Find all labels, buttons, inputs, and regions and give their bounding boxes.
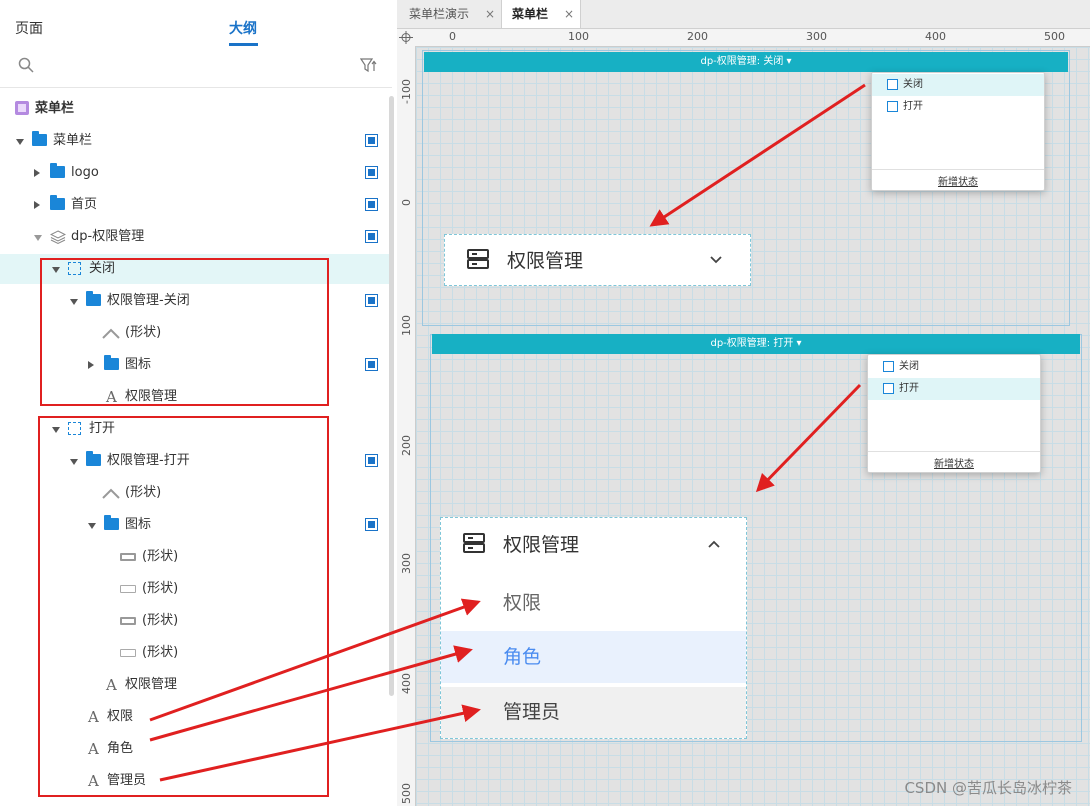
filter-sort-icon[interactable]: [360, 57, 378, 75]
server-icon: [463, 533, 485, 553]
state-icon: [883, 383, 894, 394]
visibility-toggle-icon[interactable]: [365, 358, 378, 371]
visibility-toggle-icon[interactable]: [365, 518, 378, 531]
ruler-tick: 500: [400, 783, 413, 804]
horizontal-ruler: 0 100 200 300 400 500: [415, 29, 1090, 47]
add-state-link[interactable]: 新增状态: [868, 455, 1040, 470]
row-label: logo: [71, 165, 99, 180]
option-label: 打开: [899, 383, 919, 394]
outline-page-title[interactable]: 菜单栏: [0, 94, 392, 124]
state-icon: [887, 79, 898, 90]
row-label: 首页: [71, 197, 98, 212]
collapse-caret-icon[interactable]: [34, 201, 40, 209]
page-title: 菜单栏: [35, 101, 75, 116]
editor-tab-menubar[interactable]: 菜单栏 ×: [501, 0, 581, 28]
state-selector-bar[interactable]: dp-权限管理: 关闭 ▾: [424, 52, 1068, 72]
menu-title: 权限管理: [503, 534, 580, 556]
option-label: 关闭: [903, 79, 923, 90]
collapse-caret-icon[interactable]: [34, 169, 40, 177]
tab-label: 菜单栏演示: [409, 7, 470, 21]
vertical-ruler: -100 0 100 200 300 400 500: [397, 46, 416, 806]
outline-row[interactable]: logo: [0, 158, 392, 188]
menu-closed-widget[interactable]: 权限管理: [444, 234, 751, 286]
ruler-tick: 400: [400, 673, 413, 694]
chevron-up-icon[interactable]: [708, 540, 720, 548]
ruler-tick: 0: [400, 199, 413, 206]
outline-row[interactable]: 菜单栏: [0, 126, 392, 156]
tab-outline[interactable]: 大纲: [229, 18, 257, 38]
outline-scrollbar[interactable]: [389, 96, 394, 696]
visibility-toggle-icon[interactable]: [365, 134, 378, 147]
annotation-box-open: [38, 416, 329, 797]
submenu-item-admin[interactable]: 管理员: [441, 687, 746, 738]
visibility-toggle-icon[interactable]: [365, 230, 378, 243]
search-icon[interactable]: [18, 57, 34, 73]
state-option-closed[interactable]: 关闭: [868, 356, 1040, 378]
tab-pages[interactable]: 页面: [15, 18, 43, 38]
ruler-tick: 500: [1044, 30, 1065, 43]
state-selector-bar[interactable]: dp-权限管理: 打开 ▾: [432, 334, 1080, 354]
row-label: 菜单栏: [53, 133, 93, 148]
close-icon[interactable]: ×: [564, 0, 574, 28]
menu-title: 权限管理: [507, 250, 584, 272]
visibility-toggle-icon[interactable]: [365, 294, 378, 307]
tab-label: 菜单栏: [512, 7, 549, 21]
ruler-tick: -100: [400, 79, 413, 104]
ruler-tick: 0: [449, 30, 456, 43]
submenu-item-permission[interactable]: 权限: [441, 575, 746, 631]
folder-icon: [32, 131, 47, 146]
chevron-down-icon[interactable]: [710, 256, 722, 264]
ruler-corner[interactable]: [397, 29, 416, 47]
outline-panel: 页面 大纲 菜单栏 菜单栏 logo 首页 dp-权限管理 关闭 权限管理-关闭…: [0, 0, 398, 806]
submenu-label: 管理员: [503, 701, 561, 723]
option-label: 打开: [903, 101, 923, 112]
watermark: CSDN @苦瓜长岛冰柠茶: [904, 779, 1072, 797]
visibility-toggle-icon[interactable]: [365, 454, 378, 467]
state-option-open[interactable]: 打开: [868, 378, 1040, 400]
ruler-tick: 100: [568, 30, 589, 43]
state-option-closed[interactable]: 关闭: [872, 74, 1044, 96]
state-icon: [887, 101, 898, 112]
expand-caret-icon[interactable]: [16, 139, 24, 145]
design-canvas[interactable]: dp-权限管理: 关闭 ▾ 关闭 打开 新增状态 权限管理 dp-权限管理: 打…: [416, 47, 1090, 806]
submenu-label: 权限: [503, 592, 542, 614]
editor-tab-bar: 菜单栏演示 × 菜单栏 ×: [397, 0, 1090, 29]
active-tab-indicator: [229, 43, 258, 46]
submenu-label: 角色: [503, 646, 542, 668]
state-option-open[interactable]: 打开: [872, 96, 1044, 118]
row-label: dp-权限管理: [71, 229, 145, 244]
expand-caret-icon[interactable]: [34, 235, 42, 241]
ruler-tick: 300: [806, 30, 827, 43]
ruler-tick: 300: [400, 553, 413, 574]
dropdown-divider: [872, 169, 1044, 170]
editor-tab-demo[interactable]: 菜单栏演示 ×: [399, 0, 499, 28]
dropdown-divider: [868, 451, 1040, 452]
visibility-toggle-icon[interactable]: [365, 166, 378, 179]
folder-icon: [50, 195, 65, 210]
outline-row[interactable]: 首页: [0, 190, 392, 220]
ruler-tick: 200: [687, 30, 708, 43]
outline-row[interactable]: dp-权限管理: [0, 222, 392, 252]
option-label: 关闭: [899, 361, 919, 372]
add-state-link[interactable]: 新增状态: [872, 173, 1044, 188]
page-icon: [15, 101, 29, 115]
ruler-tick: 400: [925, 30, 946, 43]
annotation-box-closed: [40, 258, 329, 406]
submenu-item-role[interactable]: 角色: [441, 631, 746, 683]
menu-open-widget[interactable]: 权限管理 权限 角色 管理员: [440, 517, 747, 739]
search-divider: [0, 87, 392, 88]
ruler-tick: 200: [400, 435, 413, 456]
state-icon: [883, 361, 894, 372]
ruler-tick: 100: [400, 315, 413, 336]
visibility-toggle-icon[interactable]: [365, 198, 378, 211]
close-icon[interactable]: ×: [485, 0, 495, 28]
crosshair-icon: [399, 31, 413, 44]
dynamic-panel-icon: [50, 230, 66, 245]
server-icon: [467, 249, 489, 269]
folder-icon: [50, 163, 65, 178]
state-dropdown-closed: 关闭 打开 新增状态: [871, 72, 1045, 191]
state-dropdown-open: 关闭 打开 新增状态: [867, 354, 1041, 473]
